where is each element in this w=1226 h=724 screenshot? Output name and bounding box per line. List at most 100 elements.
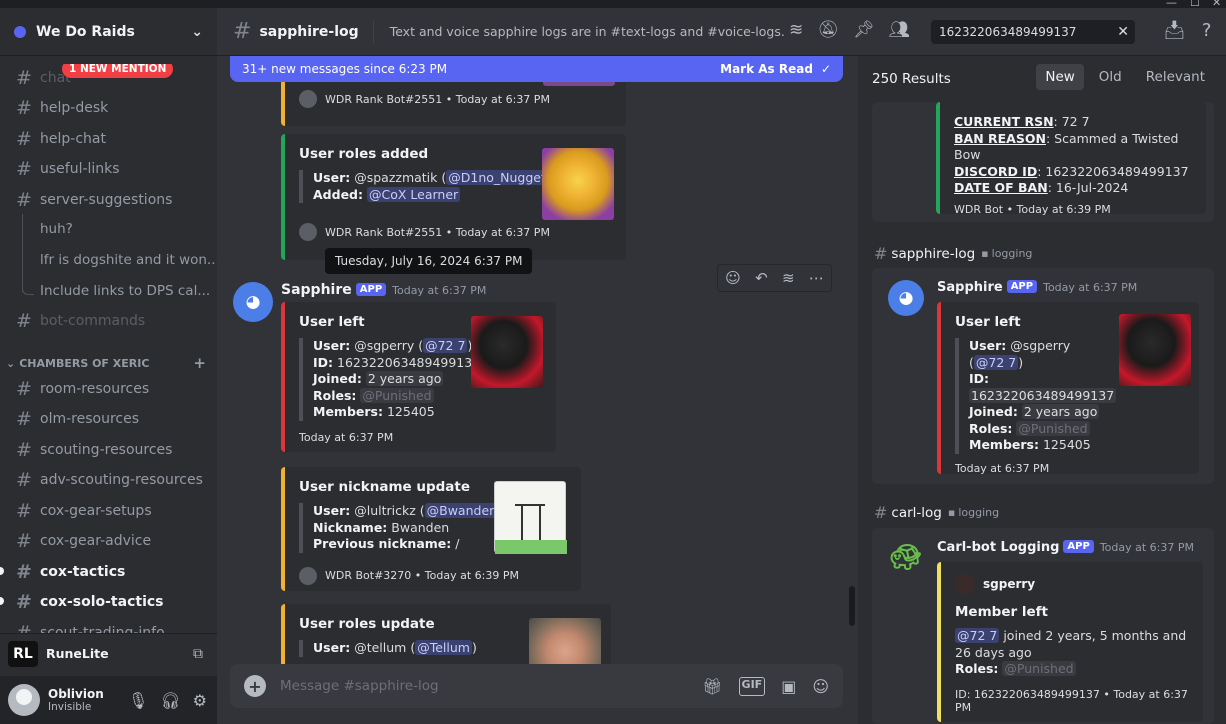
runelite-label: RuneLite	[46, 646, 109, 661]
field-label: User:	[313, 338, 351, 353]
microphone-icon[interactable]: 🎙︎	[128, 691, 148, 710]
gif-icon[interactable]: GIF	[738, 676, 766, 696]
member-list-icon[interactable]: 👥︎	[888, 20, 910, 40]
avatar-thumbnail[interactable]	[1119, 314, 1191, 386]
role-mention[interactable]: @Punished	[1002, 661, 1076, 676]
message-composer[interactable]: + Message #sapphire-log 🎁︎ GIF ▣ ☺	[230, 664, 843, 708]
search-result-carl[interactable]: 🐢︎ Carl-bot Logging APP Today at 6:37 PM s…	[872, 528, 1214, 724]
role-mention[interactable]: @CoX Learner	[366, 186, 461, 202]
field-value: : 72 7	[1053, 114, 1090, 129]
avatar-thumbnail[interactable]	[494, 481, 567, 554]
sapphire-avatar[interactable]: ◕	[888, 280, 924, 316]
role-mention[interactable]: @Punished	[1016, 420, 1090, 436]
message-author[interactable]: Sapphire	[281, 282, 352, 298]
sapphire-avatar[interactable]: ◕	[233, 282, 273, 322]
thread-item[interactable]: huh?	[40, 221, 73, 237]
field-value: @tellum (	[354, 640, 416, 655]
gift-icon[interactable]: 🎁︎	[702, 677, 722, 696]
discord-window: — ☐ ✕ We Do Raids ⌄ # chat 1 NEW MENTION …	[0, 0, 1226, 724]
channel-server-suggestions[interactable]: # server-suggestions	[8, 186, 208, 214]
new-messages-bar[interactable]: 31+ new messages since 6:23 PM Mark As R…	[230, 56, 843, 82]
role-mention[interactable]: @Punished	[360, 387, 434, 403]
message-author[interactable]: Sapphire	[937, 280, 1003, 295]
headphones-icon[interactable]: 🎧︎	[160, 691, 180, 710]
add-channel-icon[interactable]: +	[193, 354, 206, 372]
message-author[interactable]: Carl-bot Logging	[937, 540, 1059, 555]
thread-line	[22, 214, 23, 292]
embed-user-left: User left User: @sgperry (@72 7) ID: 162…	[281, 302, 556, 452]
search-result-ban[interactable]: CURRENT RSN: 72 7 BAN REASON: Scammed a …	[872, 102, 1214, 222]
user-mention[interactable]: @Tellum	[415, 640, 472, 655]
help-icon[interactable]: ?	[1202, 20, 1212, 41]
avatar-thumbnail[interactable]	[471, 316, 543, 388]
channel-adv-scouting-resources[interactable]: # adv-scouting-resources	[8, 466, 208, 494]
title-bar: — ☐ ✕	[0, 0, 1226, 9]
threads-icon[interactable]: ≋	[789, 20, 803, 40]
plus-icon[interactable]: +	[244, 675, 266, 697]
server-header[interactable]: We Do Raids ⌄	[0, 8, 217, 56]
mark-as-read-button[interactable]: Mark As Read	[720, 62, 813, 76]
emoji-icon[interactable]: ☺	[812, 677, 829, 696]
bot-icon	[299, 90, 317, 108]
turtle-avatar-icon[interactable]: 🐢︎	[888, 540, 924, 576]
runelite-activity[interactable]: RL RuneLite ⧉	[0, 633, 217, 673]
channel-scout-trading-info[interactable]: # scout-trading-info	[8, 619, 208, 634]
result-channel-sapphire-log[interactable]: # sapphire-log ▪ logging	[874, 244, 1032, 263]
message-timestamp[interactable]: Today at 6:37 PM	[392, 284, 486, 297]
sticker-icon[interactable]: ▣	[781, 677, 796, 696]
channel-cox-tactics[interactable]: # cox-tactics	[8, 558, 208, 586]
field-label: DATE OF BAN	[954, 180, 1048, 195]
field-label: Roles:	[969, 420, 1013, 436]
search-input[interactable]: 162322063489499137 ✕	[931, 20, 1135, 44]
clear-search-icon[interactable]: ✕	[1117, 20, 1129, 44]
user-avatar[interactable]	[8, 684, 40, 716]
unread-indicator	[0, 597, 4, 605]
pin-icon[interactable]: 📌︎	[853, 20, 875, 40]
user-mention[interactable]: @D1no_Nuggets	[446, 170, 555, 185]
gear-icon[interactable]: ⚙	[193, 691, 207, 710]
field-label: BAN REASON	[954, 130, 1046, 146]
avatar-thumbnail[interactable]	[542, 148, 614, 220]
channel-label: help-desk	[40, 100, 109, 116]
user-mention[interactable]: @72 7	[423, 338, 468, 353]
hash-icon: #	[16, 378, 32, 400]
channel-room-resources[interactable]: # room-resources	[8, 375, 208, 403]
user-mention[interactable]: @Bwanden	[424, 503, 500, 518]
result-channel-carl-log[interactable]: # carl-log ▪ logging	[874, 503, 999, 522]
sort-tab-relevant[interactable]: Relevant	[1137, 64, 1214, 90]
user-info[interactable]: Oblivion Invisible	[48, 687, 104, 713]
screen-share-icon[interactable]: ⧉	[193, 646, 203, 662]
channel-scouting-resources[interactable]: # scouting-resources	[8, 436, 208, 464]
field-label: Members:	[969, 437, 1039, 452]
embed-author: sgperry	[983, 577, 1036, 591]
unread-indicator	[0, 567, 4, 575]
category-chambers-of-xeric[interactable]: ⌄ CHAMBERS OF XERIC +	[6, 354, 206, 372]
runelite-logo: RL	[8, 640, 38, 667]
field-value: 125405	[386, 404, 435, 419]
sort-tab-new[interactable]: New	[1036, 64, 1084, 90]
channel-cox-solo-tactics[interactable]: # cox-solo-tactics	[8, 588, 208, 616]
thread-item[interactable]: lfr is dogshite and it won...	[40, 252, 217, 268]
inbox-icon[interactable]: 📥︎	[1163, 20, 1186, 41]
thread-line-end	[22, 287, 34, 295]
channel-cox-gear-advice[interactable]: # cox-gear-advice	[8, 527, 208, 555]
scrollbar[interactable]	[849, 586, 855, 626]
message-sapphire[interactable]: ◕ Sapphire APP Today at 6:37 PM User left …	[217, 280, 858, 452]
hash-icon: #	[16, 67, 32, 89]
channel-label: server-suggestions	[40, 192, 173, 208]
username: Oblivion	[48, 687, 104, 701]
channel-topic[interactable]: Text and voice sapphire logs are in #tex…	[372, 19, 785, 44]
user-mention[interactable]: @72 7	[955, 628, 1000, 643]
user-mention[interactable]: @72 7	[973, 354, 1019, 370]
channel-bot-commands[interactable]: # bot-commands	[8, 307, 208, 335]
thread-item[interactable]: Include links to DPS cal...	[40, 283, 210, 299]
sort-tab-old[interactable]: Old	[1090, 64, 1131, 90]
channel-cox-gear-setups[interactable]: # cox-gear-setups	[8, 497, 208, 525]
search-result-sapphire[interactable]: ◕ Sapphire APP Today at 6:37 PM User left …	[872, 268, 1214, 484]
channel-help-desk[interactable]: # help-desk	[8, 94, 208, 122]
notification-bell-muted-icon[interactable]: 🔕︎	[817, 20, 839, 40]
channel-useful-links[interactable]: # useful-links	[8, 155, 208, 183]
new-mention-pill[interactable]: 1 NEW MENTION	[62, 64, 174, 78]
channel-help-chat[interactable]: # help-chat	[8, 125, 208, 153]
channel-olm-resources[interactable]: # olm-resources	[8, 405, 208, 433]
